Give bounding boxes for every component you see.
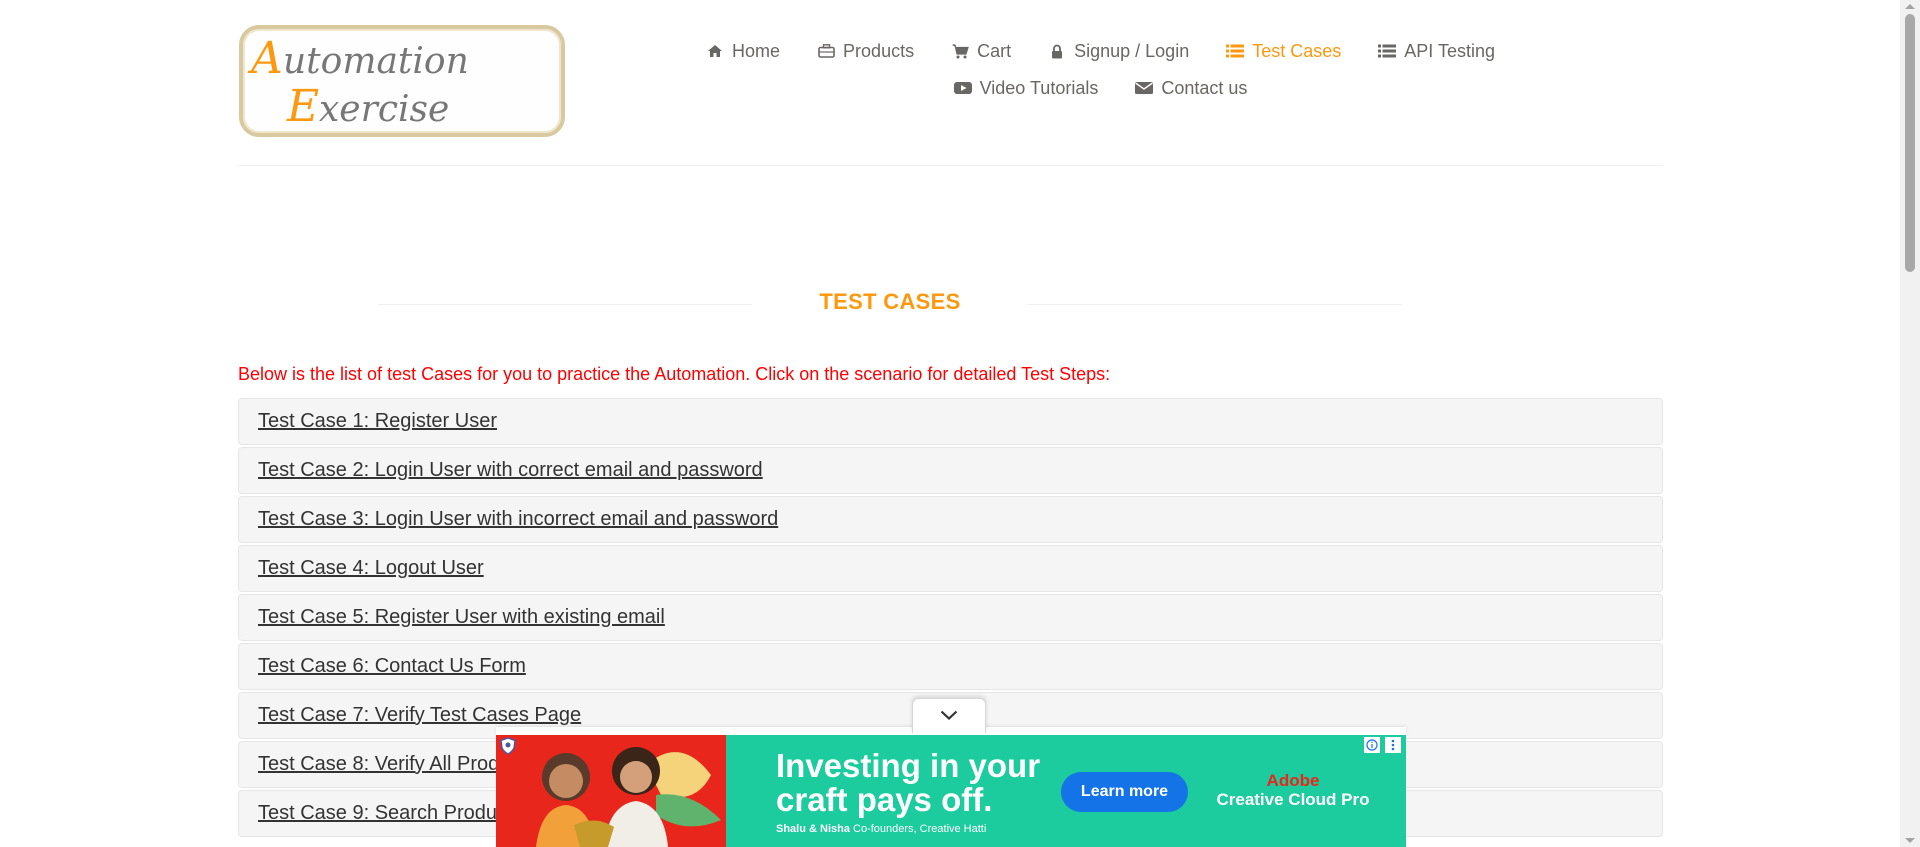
- page-title: TEST CASES: [819, 289, 961, 314]
- nav-cart[interactable]: Cart: [950, 41, 1011, 62]
- ad-headline-line-1: Investing in your: [776, 747, 1041, 784]
- nav-home[interactable]: Home: [705, 41, 780, 62]
- nav-products[interactable]: Products: [816, 41, 914, 62]
- logo-word-exercise: xercise: [319, 89, 449, 130]
- logo-letter-a: A: [247, 33, 283, 84]
- nav-test-cases[interactable]: Test Cases: [1225, 41, 1341, 62]
- intro-text: Below is the list of test Cases for you …: [238, 364, 1111, 384]
- nav-row-1: Home Products Cart Signup / Login Test C…: [700, 38, 1500, 64]
- logo-word-automation: utomation: [283, 41, 469, 82]
- ad-people-illustration: [496, 735, 726, 847]
- nav-signup-login[interactable]: Signup / Login: [1047, 41, 1189, 62]
- chevron-down-icon: [940, 707, 958, 725]
- site-logo[interactable]: A utomation E xercise: [239, 25, 565, 137]
- ad-headline-line-2: craft pays off.: [776, 781, 993, 818]
- ad-info-icon[interactable]: [1364, 737, 1380, 753]
- ad-brand-product: Creative Cloud Pro: [1216, 790, 1370, 809]
- ad-headline: Investing in your craft pays off.: [776, 749, 1040, 817]
- nav-cart-label: Cart: [977, 40, 1012, 61]
- ad-collapse-button[interactable]: [912, 698, 986, 733]
- list-item: Test Case 6: Contact Us Form: [238, 643, 1663, 690]
- test-case-link-7[interactable]: Test Case 7: Verify Test Cases Page: [258, 704, 581, 727]
- ad-sub-rest: Co-founders, Creative Hatti: [849, 823, 987, 835]
- list-icon: [1377, 42, 1397, 60]
- ad-image: [496, 735, 726, 847]
- ad-subtext: Shalu & Nisha Co-founders, Creative Hatt…: [776, 823, 986, 835]
- nav-video-tutorials[interactable]: Video Tutorials: [953, 77, 1099, 99]
- ad-shield-icon: [500, 737, 516, 755]
- vertical-scrollbar[interactable]: [1900, 0, 1920, 847]
- list-item: Test Case 2: Login User with correct ema…: [238, 447, 1663, 494]
- scroll-thumb[interactable]: [1905, 14, 1915, 272]
- page: A utomation E xercise Home Products Cart…: [0, 0, 1900, 847]
- test-case-link-4[interactable]: Test Case 4: Logout User: [258, 557, 484, 580]
- list-item: Test Case 3: Login User with incorrect e…: [238, 496, 1663, 543]
- nav-contact-us[interactable]: Contact us: [1134, 78, 1247, 99]
- list-item: Test Case 1: Register User: [238, 398, 1663, 445]
- list-icon: [1225, 42, 1245, 60]
- list-item: Test Case 5: Register User with existing…: [238, 594, 1663, 641]
- briefcase-icon: [816, 42, 836, 60]
- test-case-link-6[interactable]: Test Case 6: Contact Us Form: [258, 655, 526, 678]
- nav-home-label: Home: [732, 40, 781, 61]
- ad-sub-names: Shalu & Nisha: [776, 823, 850, 835]
- main-nav: Home Products Cart Signup / Login Test C…: [700, 38, 1500, 112]
- nav-video-tutorials-label: Video Tutorials: [979, 77, 1099, 98]
- scroll-up-arrow-icon[interactable]: [1905, 4, 1915, 9]
- nav-signup-login-label: Signup / Login: [1074, 40, 1190, 61]
- lock-icon: [1047, 42, 1067, 60]
- list-item: Test Case 4: Logout User: [238, 545, 1663, 592]
- test-case-link-2[interactable]: Test Case 2: Login User with correct ema…: [258, 459, 763, 482]
- ad-banner[interactable]: Investing in your craft pays off. Shalu …: [496, 735, 1406, 847]
- nav-contact-us-label: Contact us: [1161, 77, 1248, 98]
- ad-brand-adobe: Adobe: [1266, 771, 1320, 790]
- test-case-link-3[interactable]: Test Case 3: Login User with incorrect e…: [258, 508, 778, 531]
- nav-api-testing-label: API Testing: [1404, 40, 1495, 61]
- test-case-link-9[interactable]: Test Case 9: Search Product: [258, 802, 513, 825]
- ad-menu-icon[interactable]: [1385, 737, 1401, 753]
- nav-api-testing[interactable]: API Testing: [1377, 41, 1495, 62]
- envelope-icon: [1134, 79, 1154, 97]
- scroll-down-arrow-icon[interactable]: [1905, 838, 1915, 843]
- logo-letter-e: E: [286, 81, 319, 132]
- home-icon: [705, 42, 725, 60]
- test-case-link-1[interactable]: Test Case 1: Register User: [258, 410, 497, 433]
- nav-row-2: Video Tutorials Contact us: [700, 75, 1500, 101]
- logo-graphic: A utomation E xercise: [247, 33, 469, 132]
- nav-test-cases-label: Test Cases: [1252, 40, 1342, 61]
- header-divider: [238, 165, 1663, 166]
- shopping-cart-icon: [950, 42, 970, 60]
- test-case-link-5[interactable]: Test Case 5: Register User with existing…: [258, 606, 665, 629]
- youtube-play-icon: [953, 79, 973, 97]
- ad-learn-more-button[interactable]: Learn more: [1061, 772, 1188, 812]
- nav-products-label: Products: [843, 40, 915, 61]
- ad-brand: Adobe Creative Cloud Pro: [1208, 772, 1378, 810]
